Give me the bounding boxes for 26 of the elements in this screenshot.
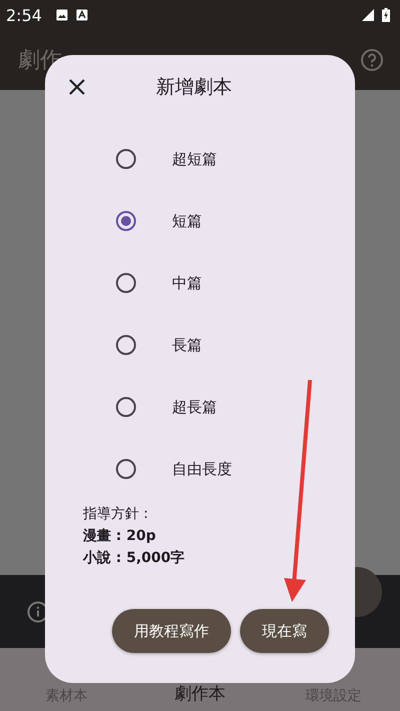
option-label[interactable]: 中篇	[172, 274, 202, 292]
radio-button[interactable]	[115, 148, 137, 170]
option-label[interactable]: 短篇	[172, 212, 202, 230]
status-time: 2:54	[6, 6, 42, 24]
image-icon	[56, 9, 68, 21]
action-button[interactable]: 現在寫	[240, 609, 329, 653]
help-icon[interactable]	[360, 48, 384, 72]
font-icon	[76, 9, 88, 21]
radio-button[interactable]	[115, 334, 137, 356]
radio-button[interactable]	[115, 396, 137, 418]
close-icon[interactable]	[67, 77, 87, 97]
nav-tab[interactable]: 劇作本	[133, 682, 267, 705]
option-label[interactable]: 超短篇	[172, 150, 217, 168]
action-button[interactable]: 用教程寫作	[112, 609, 231, 653]
option-label[interactable]: 自由長度	[172, 460, 232, 478]
option-label[interactable]: 超長篇	[172, 398, 217, 416]
signal-icon	[362, 9, 374, 21]
battery-icon	[382, 8, 390, 22]
dialog-title: 新增劇本	[156, 75, 232, 100]
guidance-text: 漫畫 : 20p	[83, 527, 157, 545]
radio-button[interactable]	[115, 458, 137, 480]
guidance-text: 小說 : 5,000字	[83, 549, 186, 567]
guidance-text: 指導方針 :	[83, 505, 150, 523]
radio-button[interactable]	[115, 210, 137, 232]
radio-button[interactable]	[115, 272, 137, 294]
option-label[interactable]: 長篇	[172, 336, 202, 354]
